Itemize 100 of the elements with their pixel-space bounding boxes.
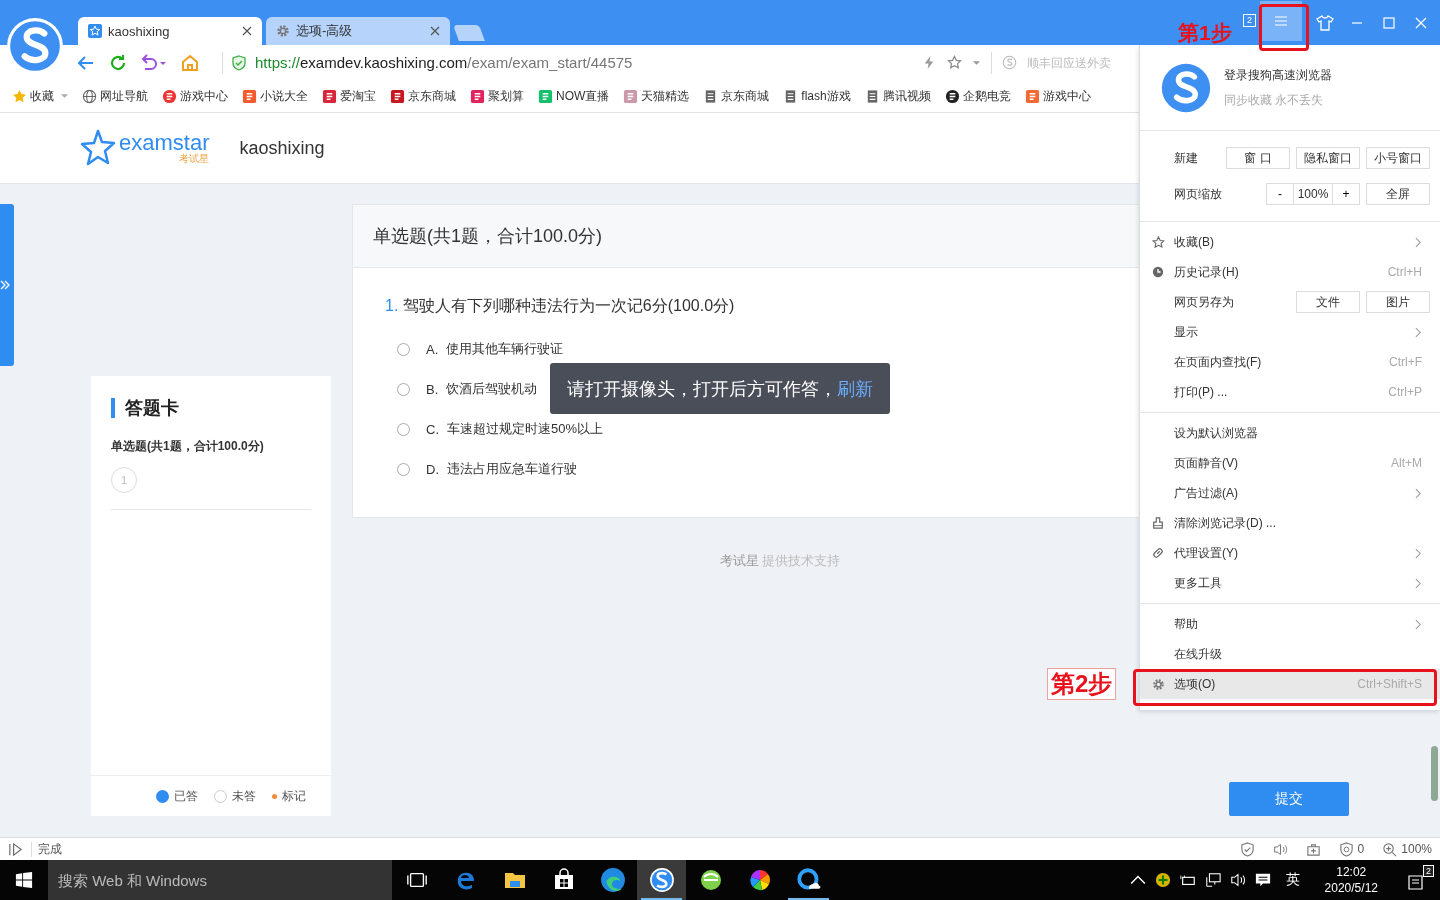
star-icon: [1152, 235, 1165, 249]
bookmark-item[interactable]: 游戏中心: [1024, 87, 1091, 105]
bookmark-item[interactable]: 小说大全: [242, 87, 308, 105]
plus-circle-icon[interactable]: [1154, 872, 1171, 888]
close-icon[interactable]: [242, 26, 252, 36]
login-subtitle: 同步收藏 永不丢失: [1224, 91, 1325, 109]
bookmark-item[interactable]: 爱淘宝: [322, 87, 376, 105]
shield-icon: [231, 54, 247, 71]
site-icon: [538, 88, 553, 104]
menu-item[interactable]: 显示: [1140, 317, 1440, 347]
star-icon: [12, 88, 27, 104]
zoom-icon[interactable]: [1382, 841, 1398, 857]
site-icon: [1024, 88, 1040, 104]
input-method-indicator[interactable]: 英: [1279, 871, 1306, 889]
url-text[interactable]: https://examdev.kaoshixing.com/exam/exam_start/44575: [255, 54, 633, 71]
clock[interactable]: 12:02 2020/5/12: [1314, 864, 1388, 896]
menu-item[interactable]: 历史记录(H) Ctrl+H: [1140, 257, 1440, 287]
scrollbar-thumb[interactable]: [1431, 746, 1438, 801]
legend-dot: [272, 793, 277, 799]
login-link[interactable]: 登录搜狗高速浏览器: [1224, 66, 1332, 84]
legend-label: 已答: [174, 787, 198, 805]
network-icon[interactable]: [1204, 872, 1221, 888]
bookmark-item[interactable]: 腾讯视频: [864, 87, 931, 105]
browser-tab[interactable]: kaoshixing: [78, 17, 262, 45]
bookmark-item[interactable]: 京东商城: [390, 87, 456, 105]
bookmark-item[interactable]: NOW直播: [538, 87, 610, 105]
clock-icon: [1152, 266, 1164, 278]
menu-item[interactable]: 在线升级: [1140, 639, 1440, 669]
site-icon: [322, 88, 337, 104]
menu-option-button[interactable]: 图片: [1366, 291, 1430, 313]
answer-option[interactable]: D. 违法占用应急车道行驶: [385, 449, 577, 489]
ad-count: 0: [1357, 842, 1365, 856]
bookmark-item[interactable]: 天猫精选: [623, 87, 690, 105]
menu-item[interactable]: 在页面内查找(F) Ctrl+F: [1140, 347, 1440, 377]
caret-icon[interactable]: [61, 93, 68, 99]
menu-label: 网页缩放: [1174, 185, 1222, 203]
undo-icon[interactable]: [140, 52, 168, 73]
section-title: 单选题(共1题，合计100.0分): [111, 438, 265, 455]
zoom-level: 100%: [1401, 842, 1432, 856]
ad-block-icon[interactable]: [1338, 841, 1354, 857]
browser-logo-icon: [648, 867, 675, 893]
taskbar-search-field[interactable]: 搜索 Web 和 Windows: [48, 860, 392, 900]
question-text: 1. 驾驶人有下列哪种违法行为一次记6分(100.0分): [385, 296, 735, 316]
answer-option[interactable]: B. 饮酒后驾驶机动: [385, 369, 538, 409]
notification-badge: 2: [1423, 865, 1434, 877]
browser-tab[interactable]: 选项-高级: [266, 17, 450, 45]
legend-dot: [156, 789, 169, 803]
bookmark-item[interactable]: 聚划算: [470, 87, 524, 105]
bookmark-item[interactable]: 京东商城: [703, 87, 770, 105]
shirt-icon[interactable]: [1316, 14, 1334, 31]
legend-dot: [214, 789, 227, 803]
bookmark-item[interactable]: 收藏: [12, 87, 68, 105]
globe-icon: [82, 88, 97, 104]
menu-item[interactable]: 帮助: [1140, 609, 1440, 639]
bookmark-item[interactable]: 企鹅电竞: [944, 87, 1011, 105]
step-annotation: 第2步: [1047, 668, 1117, 700]
pinwheel-icon: [747, 868, 772, 892]
menu-label: 网页另存为: [1174, 293, 1234, 311]
shield-icon[interactable]: [1239, 841, 1255, 857]
gear-icon: [276, 24, 290, 38]
menu-item[interactable]: 代理设置(Y): [1140, 538, 1440, 568]
browser-logo-icon[interactable]: [1160, 61, 1212, 114]
caret-icon[interactable]: [972, 59, 981, 66]
refresh-link[interactable]: 刷新: [837, 376, 873, 401]
broom-icon: [1152, 517, 1164, 529]
gear-icon: [1152, 677, 1165, 691]
close-icon[interactable]: [430, 26, 440, 36]
bookmark-item[interactable]: flash游戏: [783, 87, 851, 105]
answer-card-title: 答题卡: [111, 398, 311, 418]
menu-item[interactable]: 打印(P) ... Ctrl+P: [1140, 377, 1440, 407]
speaker-icon[interactable]: [1272, 841, 1288, 857]
star-icon: [88, 24, 102, 38]
menu-item[interactable]: 更多工具: [1140, 568, 1440, 598]
site-name: kaoshixing: [239, 137, 325, 159]
toolbox-icon[interactable]: [1305, 841, 1321, 857]
taskbar-button[interactable]: [637, 860, 686, 900]
star-icon[interactable]: [947, 55, 962, 70]
bookmark-item[interactable]: 网址导航: [82, 87, 148, 105]
menu-option-button[interactable]: 隐私窗口: [1296, 147, 1360, 169]
menu-option-button[interactable]: 窗 口: [1226, 147, 1290, 169]
volume-icon[interactable]: [1229, 872, 1246, 888]
menu-item[interactable]: 清除浏览记录(D) ...: [1140, 508, 1440, 538]
menu-item[interactable]: 收藏(B): [1140, 227, 1440, 257]
menu-icon: [1274, 14, 1288, 27]
menu-item[interactable]: 页面静音(V) Alt+M: [1140, 448, 1440, 478]
menu-option-button[interactable]: 文件: [1296, 291, 1360, 313]
refresh-icon[interactable]: [108, 52, 128, 73]
site-icon: [242, 88, 257, 104]
legend-label: 标记: [282, 787, 306, 805]
menu-item[interactable]: 广告过滤(A): [1140, 478, 1440, 508]
menu-option-button[interactable]: 小号窗口: [1366, 147, 1430, 169]
message-icon[interactable]: [1254, 872, 1271, 888]
bookmark-item[interactable]: 游戏中心: [162, 87, 228, 105]
fullscreen-button[interactable]: 全屏: [1366, 183, 1430, 205]
menu-item[interactable]: 设为默认浏览器: [1140, 418, 1440, 448]
star-logo-icon: [80, 129, 116, 167]
status-text: 完成: [37, 840, 62, 858]
double-chevron-icon: [0, 279, 11, 291]
link-icon: [1152, 547, 1164, 559]
site-icon: [944, 88, 960, 104]
